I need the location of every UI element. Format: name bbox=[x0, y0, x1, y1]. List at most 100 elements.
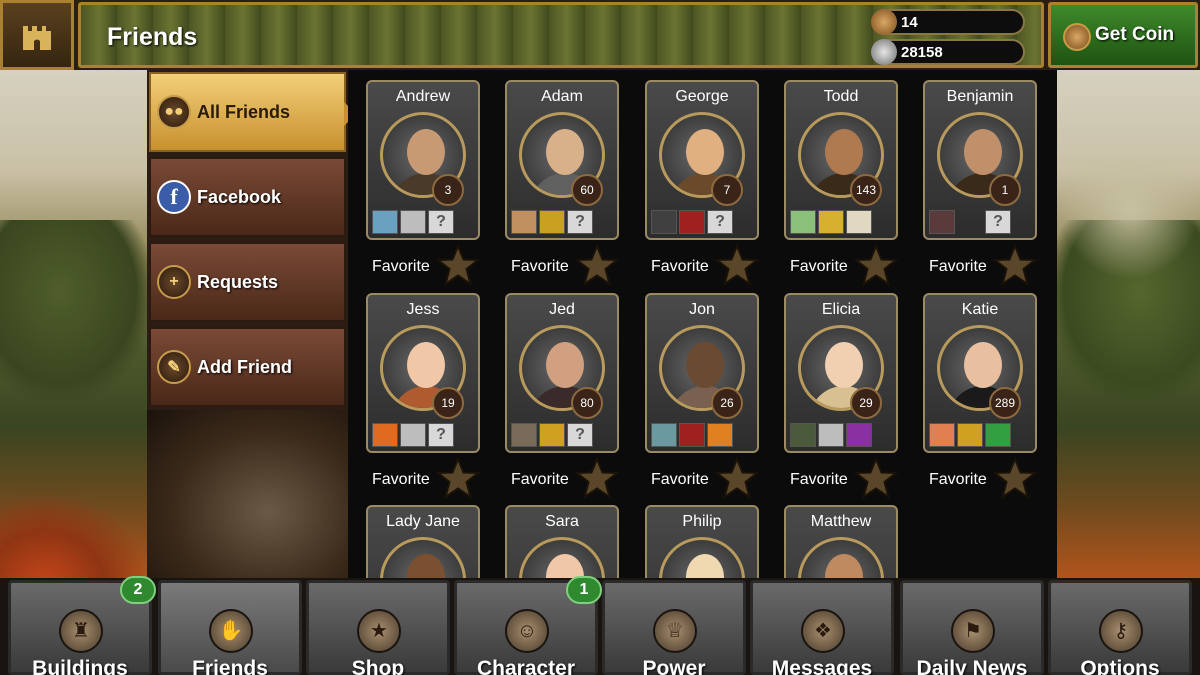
friend-name: Todd bbox=[823, 88, 859, 105]
nav-tab-label: Messages bbox=[771, 657, 873, 675]
favorite-star-icon[interactable] bbox=[575, 457, 619, 499]
nav-tab-label: Buildings bbox=[32, 657, 128, 675]
favorite-star-icon[interactable] bbox=[854, 244, 898, 286]
favorite-label: Favorite bbox=[372, 258, 430, 275]
favorite-star-icon[interactable] bbox=[715, 457, 759, 499]
friend-card[interactable]: Elicia 29 bbox=[784, 293, 898, 453]
nav-tab-daily-news[interactable]: ⚑ Daily News bbox=[900, 580, 1044, 675]
crest-thumbnail bbox=[400, 210, 426, 234]
portrait-face bbox=[686, 554, 724, 580]
crest-thumbnail bbox=[539, 423, 565, 447]
crest-thumbnail bbox=[372, 423, 398, 447]
get-coin-label: Get Coin bbox=[1095, 24, 1175, 45]
friend-name: Katie bbox=[961, 301, 999, 318]
favorite-star-icon[interactable] bbox=[993, 457, 1037, 499]
portrait-face bbox=[825, 129, 863, 175]
nav-tab-options[interactable]: ⚷ Options bbox=[1048, 580, 1192, 675]
friend-card[interactable]: George 7? bbox=[645, 80, 759, 240]
crest-thumbnail bbox=[679, 210, 705, 234]
silver-counter: 28158 bbox=[871, 39, 1025, 65]
portrait-face bbox=[825, 342, 863, 388]
sidebar-item-add-friend[interactable]: ✎ Add Friend bbox=[149, 327, 346, 407]
house-crests: ? bbox=[651, 210, 733, 234]
portrait-face bbox=[686, 129, 724, 175]
raven-icon: ❖ bbox=[801, 609, 845, 653]
portrait-face bbox=[546, 342, 584, 388]
sidebar-item-facebook[interactable]: f Facebook bbox=[149, 157, 346, 237]
get-coin-button[interactable]: Get Coin bbox=[1048, 2, 1198, 68]
favorite-star-icon[interactable] bbox=[854, 457, 898, 499]
friend-card[interactable]: Todd 143 bbox=[784, 80, 898, 240]
crest-thumbnail bbox=[929, 210, 955, 234]
friend-card[interactable]: Philip bbox=[645, 505, 759, 580]
crest-thumbnail bbox=[957, 423, 983, 447]
castle-icon bbox=[23, 26, 51, 50]
favorite-star-icon[interactable] bbox=[575, 244, 619, 286]
favorite-label: Favorite bbox=[790, 258, 848, 275]
friends-grid: Andrew 3? Favorite Adam 60? Favorite George 7? F… bbox=[348, 70, 1057, 580]
level-badge: 80 bbox=[571, 387, 603, 419]
friend-card[interactable]: Matthew bbox=[784, 505, 898, 580]
crest-thumbnail bbox=[790, 210, 816, 234]
favorite-label: Favorite bbox=[651, 258, 709, 275]
iron-throne-icon: ♕ bbox=[653, 609, 697, 653]
nav-tab-power[interactable]: ♕ Power bbox=[602, 580, 746, 675]
friends-icon: ●● bbox=[157, 95, 191, 129]
friend-card[interactable]: Adam 60? bbox=[505, 80, 619, 240]
favorite-label: Favorite bbox=[929, 258, 987, 275]
friend-name: Jon bbox=[689, 301, 715, 318]
nav-tab-messages[interactable]: ❖ Messages bbox=[750, 580, 894, 675]
crest-thumbnail bbox=[651, 423, 677, 447]
friend-card[interactable]: Benjamin 1? bbox=[923, 80, 1037, 240]
keys-icon: ⚷ bbox=[1099, 609, 1143, 653]
banner-icon: ⚑ bbox=[951, 609, 995, 653]
level-badge: 7 bbox=[711, 174, 743, 206]
tower-icon: ♜ bbox=[59, 609, 103, 653]
friend-card[interactable]: Jess 19? bbox=[366, 293, 480, 453]
tavern-illustration bbox=[147, 410, 348, 580]
sidebar-item-label: Requests bbox=[197, 271, 279, 292]
unknown-crest: ? bbox=[428, 423, 454, 447]
nav-tab-friends[interactable]: ✋ Friends bbox=[158, 580, 302, 675]
notification-badge: 1 bbox=[566, 576, 602, 604]
favorite-star-icon[interactable] bbox=[993, 244, 1037, 286]
favorite-star-icon[interactable] bbox=[436, 244, 480, 286]
friend-card[interactable]: Andrew 3? bbox=[366, 80, 480, 240]
level-badge: 29 bbox=[850, 387, 882, 419]
favorite-label: Favorite bbox=[651, 471, 709, 488]
unknown-crest: ? bbox=[567, 423, 593, 447]
friend-card[interactable]: Jon 26 bbox=[645, 293, 759, 453]
crest-thumbnail bbox=[790, 423, 816, 447]
friend-card[interactable]: Lady Jane bbox=[366, 505, 480, 580]
gold-coin-counter: 14 bbox=[871, 9, 1025, 35]
home-castle-button[interactable] bbox=[0, 0, 74, 70]
title-banner: Friends 14 28158 bbox=[78, 2, 1044, 68]
friend-name: George bbox=[675, 88, 729, 105]
add-request-icon: + bbox=[157, 265, 191, 299]
portrait-face bbox=[407, 342, 445, 388]
friend-card[interactable]: Katie 289 bbox=[923, 293, 1037, 453]
favorite-star-icon[interactable] bbox=[436, 457, 480, 499]
sidebar-item-all-friends[interactable]: ●● All Friends bbox=[149, 72, 356, 152]
sidebar-item-requests[interactable]: + Requests bbox=[149, 242, 346, 322]
house-crests: ? bbox=[929, 210, 1011, 234]
level-badge: 289 bbox=[989, 387, 1021, 419]
friend-portrait bbox=[798, 537, 884, 580]
sky-right bbox=[1060, 160, 1200, 280]
crest-thumbnail bbox=[372, 210, 398, 234]
friend-name: Andrew bbox=[395, 88, 451, 105]
level-badge: 3 bbox=[432, 174, 464, 206]
favorite-label: Favorite bbox=[929, 471, 987, 488]
house-crests: ? bbox=[372, 210, 454, 234]
portrait-face bbox=[825, 554, 863, 580]
friend-card[interactable]: Sara bbox=[505, 505, 619, 580]
nav-tab-label: Daily News bbox=[916, 657, 1028, 675]
favorite-label: Favorite bbox=[511, 471, 569, 488]
character-portrait-icon: ☺ bbox=[505, 609, 549, 653]
friend-name: Matthew bbox=[810, 513, 872, 530]
nav-tab-shop[interactable]: ★ Shop bbox=[306, 580, 450, 675]
favorite-star-icon[interactable] bbox=[715, 244, 759, 286]
friend-card[interactable]: Jed 80? bbox=[505, 293, 619, 453]
friends-sidebar: ●● All Friends f Facebook + Requests ✎ A… bbox=[147, 70, 356, 580]
nav-tab-label: Friends bbox=[192, 657, 268, 675]
